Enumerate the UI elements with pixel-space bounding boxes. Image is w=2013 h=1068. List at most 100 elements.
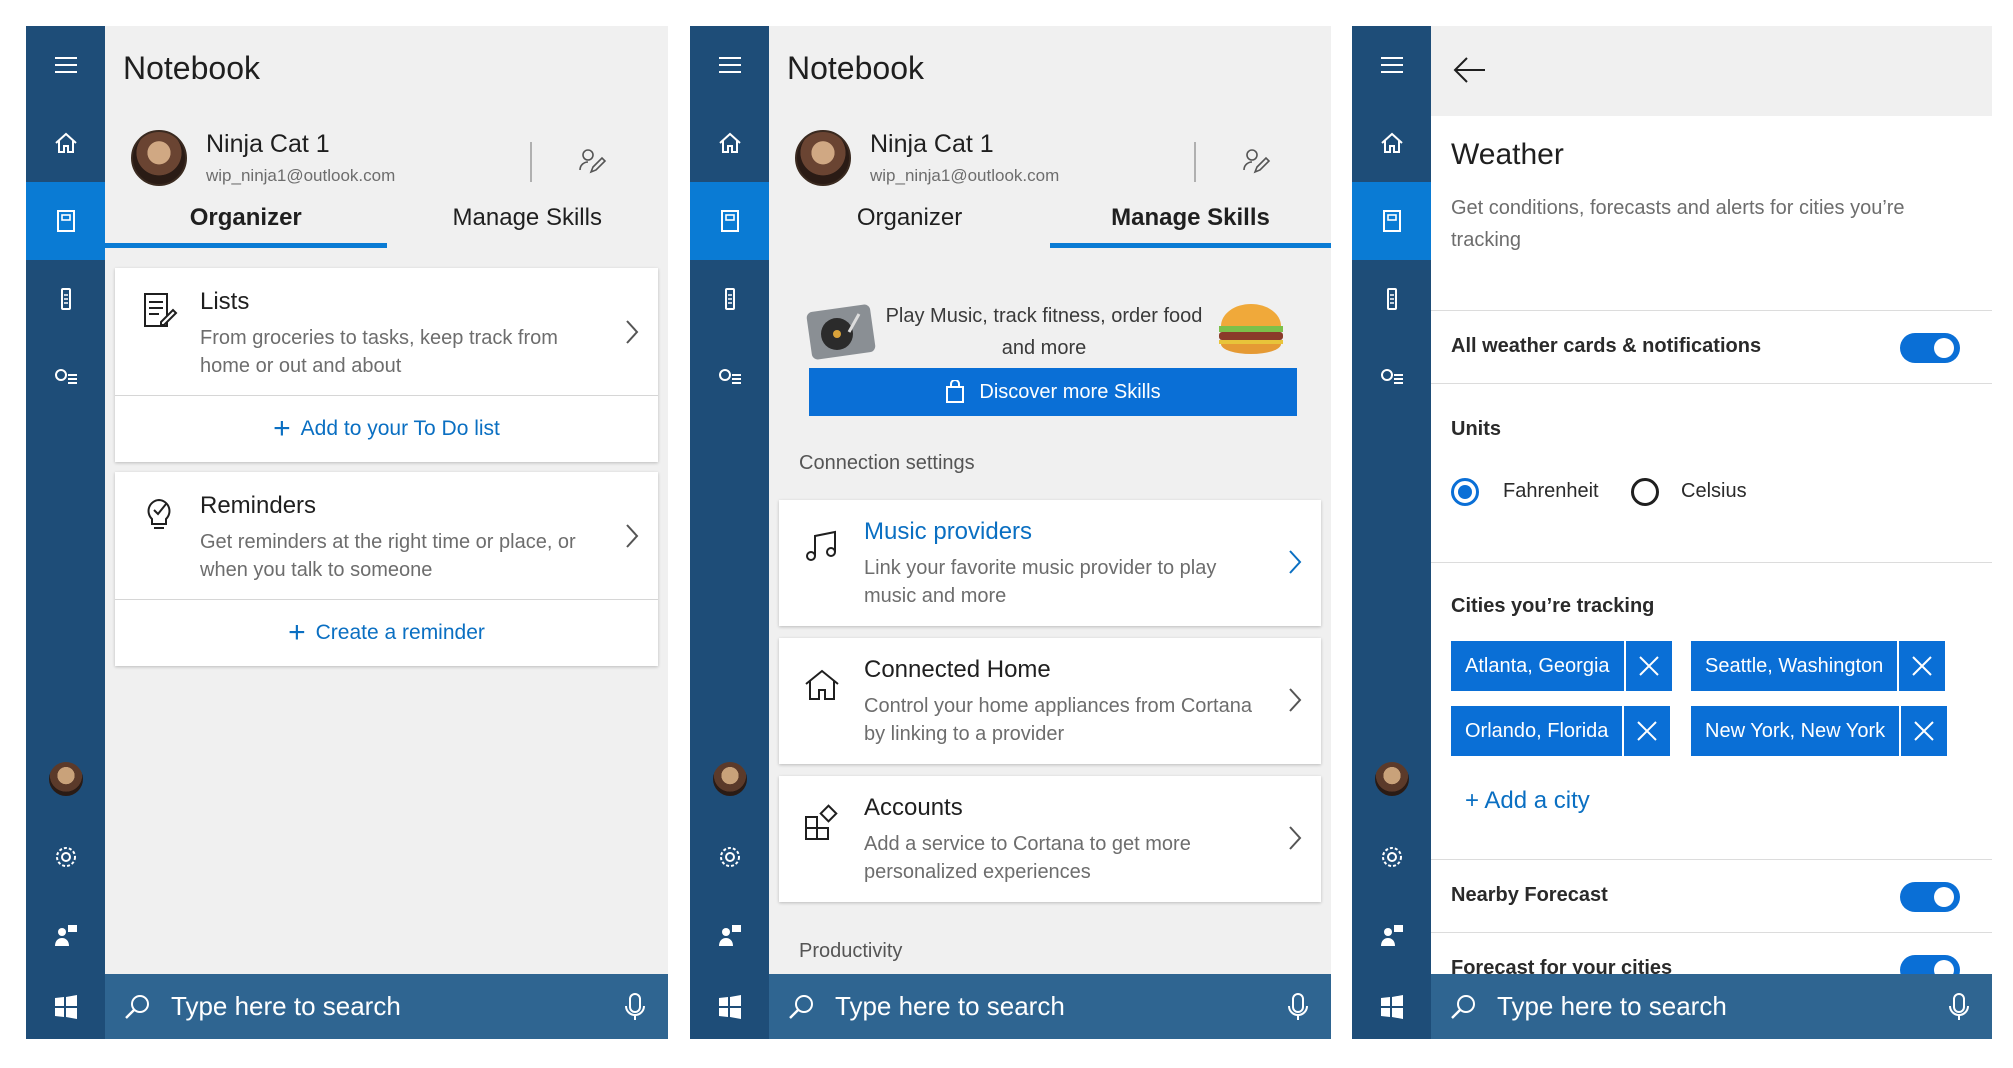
tab-manage-skills[interactable]: Manage Skills [1050, 192, 1331, 248]
notebook-button[interactable] [26, 182, 105, 260]
microphone-icon[interactable] [1948, 992, 1970, 1022]
card-title: Connected Home [864, 656, 1051, 683]
chevron-right-icon [1289, 550, 1302, 574]
music-providers-card[interactable]: Music providers Link your favorite music… [779, 500, 1321, 626]
gear-icon [719, 847, 740, 867]
notebook-content: Notebook Ninja Cat 1 wip_ninja1@outlook.… [769, 26, 1331, 974]
remove-city-button[interactable] [1625, 641, 1672, 691]
lists-card-header[interactable]: Lists From groceries to tasks, keep trac… [115, 268, 658, 396]
connected-home-card[interactable]: Connected Home Control your home applian… [779, 638, 1321, 764]
home-button[interactable] [26, 104, 105, 182]
devices-button[interactable] [1352, 260, 1431, 338]
search-input[interactable] [171, 991, 551, 1022]
hamburger-button[interactable] [690, 26, 769, 104]
rail-avatar-button[interactable] [26, 740, 105, 818]
edit-profile-icon[interactable] [1241, 146, 1271, 176]
search-input[interactable] [835, 991, 1215, 1022]
edit-profile-icon[interactable] [577, 146, 607, 176]
fahrenheit-label: Fahrenheit [1503, 480, 1599, 502]
search-icon [125, 994, 149, 1019]
devices-button[interactable] [690, 260, 769, 338]
feedback-button[interactable] [26, 896, 105, 974]
connection-cards: Music providers Link your favorite music… [769, 500, 1331, 902]
celsius-radio[interactable] [1631, 478, 1659, 506]
notebook-button[interactable] [1352, 182, 1431, 260]
cities-label: Cities you’re tracking [1451, 595, 1655, 617]
tab-organizer[interactable]: Organizer [769, 192, 1050, 248]
notebook-icon [56, 210, 75, 232]
skills-promo: Play Music, track fitness, order food an… [769, 248, 1331, 416]
taskbar-search[interactable] [769, 974, 1331, 1039]
reminders-card-header[interactable]: Reminders Get reminders at the right tim… [115, 472, 658, 600]
remove-city-button[interactable] [1624, 706, 1671, 756]
microphone-icon[interactable] [624, 992, 646, 1022]
nearby-forecast-toggle[interactable] [1900, 882, 1960, 912]
home-icon [1380, 132, 1403, 153]
city-name: New York, New York [1691, 706, 1900, 756]
rail-avatar-button[interactable] [690, 740, 769, 818]
settings-button[interactable] [26, 818, 105, 896]
microphone-icon[interactable] [1287, 992, 1309, 1022]
feedback-button[interactable] [690, 896, 769, 974]
device-icon [724, 288, 735, 310]
rail-avatar-button[interactable] [1352, 740, 1431, 818]
create-reminder-button[interactable]: + Create a reminder [115, 600, 658, 666]
cities-section: Cities you’re tracking Atlanta, Georgia … [1431, 563, 1992, 859]
profile-header: Ninja Cat 1 wip_ninja1@outlook.com [769, 110, 1331, 192]
home-button[interactable] [690, 104, 769, 182]
start-button[interactable] [690, 974, 769, 1039]
taskbar-search[interactable] [105, 974, 668, 1039]
interests-button[interactable] [26, 338, 105, 416]
remove-city-button[interactable] [1899, 641, 1946, 691]
notebook-button[interactable] [690, 182, 769, 260]
profile-header: Ninja Cat 1 wip_ninja1@outlook.com [105, 110, 668, 192]
page-title: Notebook [769, 26, 1331, 110]
chevron-right-icon [1289, 826, 1302, 850]
accounts-card[interactable]: Accounts Add a service to Cortana to get… [779, 776, 1321, 902]
card-title: Reminders [200, 492, 317, 519]
gear-icon [1381, 847, 1402, 867]
home-icon [718, 132, 741, 153]
add-todo-button[interactable]: + Add to your To Do list [115, 396, 658, 462]
remove-city-button[interactable] [1901, 706, 1948, 756]
all-weather-toggle[interactable] [1900, 333, 1960, 363]
card-title: Accounts [864, 794, 963, 821]
add-city-button[interactable]: + Add a city [1465, 787, 1590, 815]
settings-button[interactable] [690, 818, 769, 896]
burger-icon [1219, 304, 1283, 354]
start-button[interactable] [1352, 974, 1431, 1039]
close-icon [1912, 656, 1932, 676]
hamburger-button[interactable] [26, 26, 105, 104]
search-input[interactable] [1497, 991, 1877, 1022]
notebook-tabs: Organizer Manage Skills [769, 192, 1331, 248]
discover-skills-label: Discover more Skills [979, 380, 1161, 403]
taskbar-search[interactable] [1431, 974, 1992, 1039]
home-outline-icon [805, 669, 839, 700]
fahrenheit-radio[interactable] [1451, 478, 1479, 506]
gear-icon [55, 847, 76, 867]
plus-icon: + [288, 616, 306, 649]
divider [530, 142, 532, 182]
cortana-rail [1352, 26, 1431, 974]
search-icon [789, 994, 813, 1019]
feedback-button[interactable] [1352, 896, 1431, 974]
settings-button[interactable] [1352, 818, 1431, 896]
lists-card: Lists From groceries to tasks, keep trac… [115, 268, 658, 462]
discover-skills-button[interactable]: Discover more Skills [809, 368, 1297, 416]
tab-manage-skills[interactable]: Manage Skills [387, 192, 669, 248]
list-icon [144, 293, 178, 327]
avatar [1374, 762, 1409, 796]
hamburger-button[interactable] [1352, 26, 1431, 104]
city-chip: New York, New York [1691, 706, 1948, 756]
interests-button[interactable] [1352, 338, 1431, 416]
notebook-tabs: Organizer Manage Skills [105, 192, 668, 248]
tab-organizer[interactable]: Organizer [105, 192, 387, 248]
weather-settings-panel: Weather Get conditions, forecasts and al… [1352, 26, 1992, 1039]
interests-button[interactable] [690, 338, 769, 416]
chevron-right-icon [1289, 688, 1302, 712]
back-arrow-icon[interactable] [1453, 56, 1487, 84]
page-title: Weather [1451, 138, 1564, 171]
devices-button[interactable] [26, 260, 105, 338]
start-button[interactable] [26, 974, 105, 1039]
home-button[interactable] [1352, 104, 1431, 182]
